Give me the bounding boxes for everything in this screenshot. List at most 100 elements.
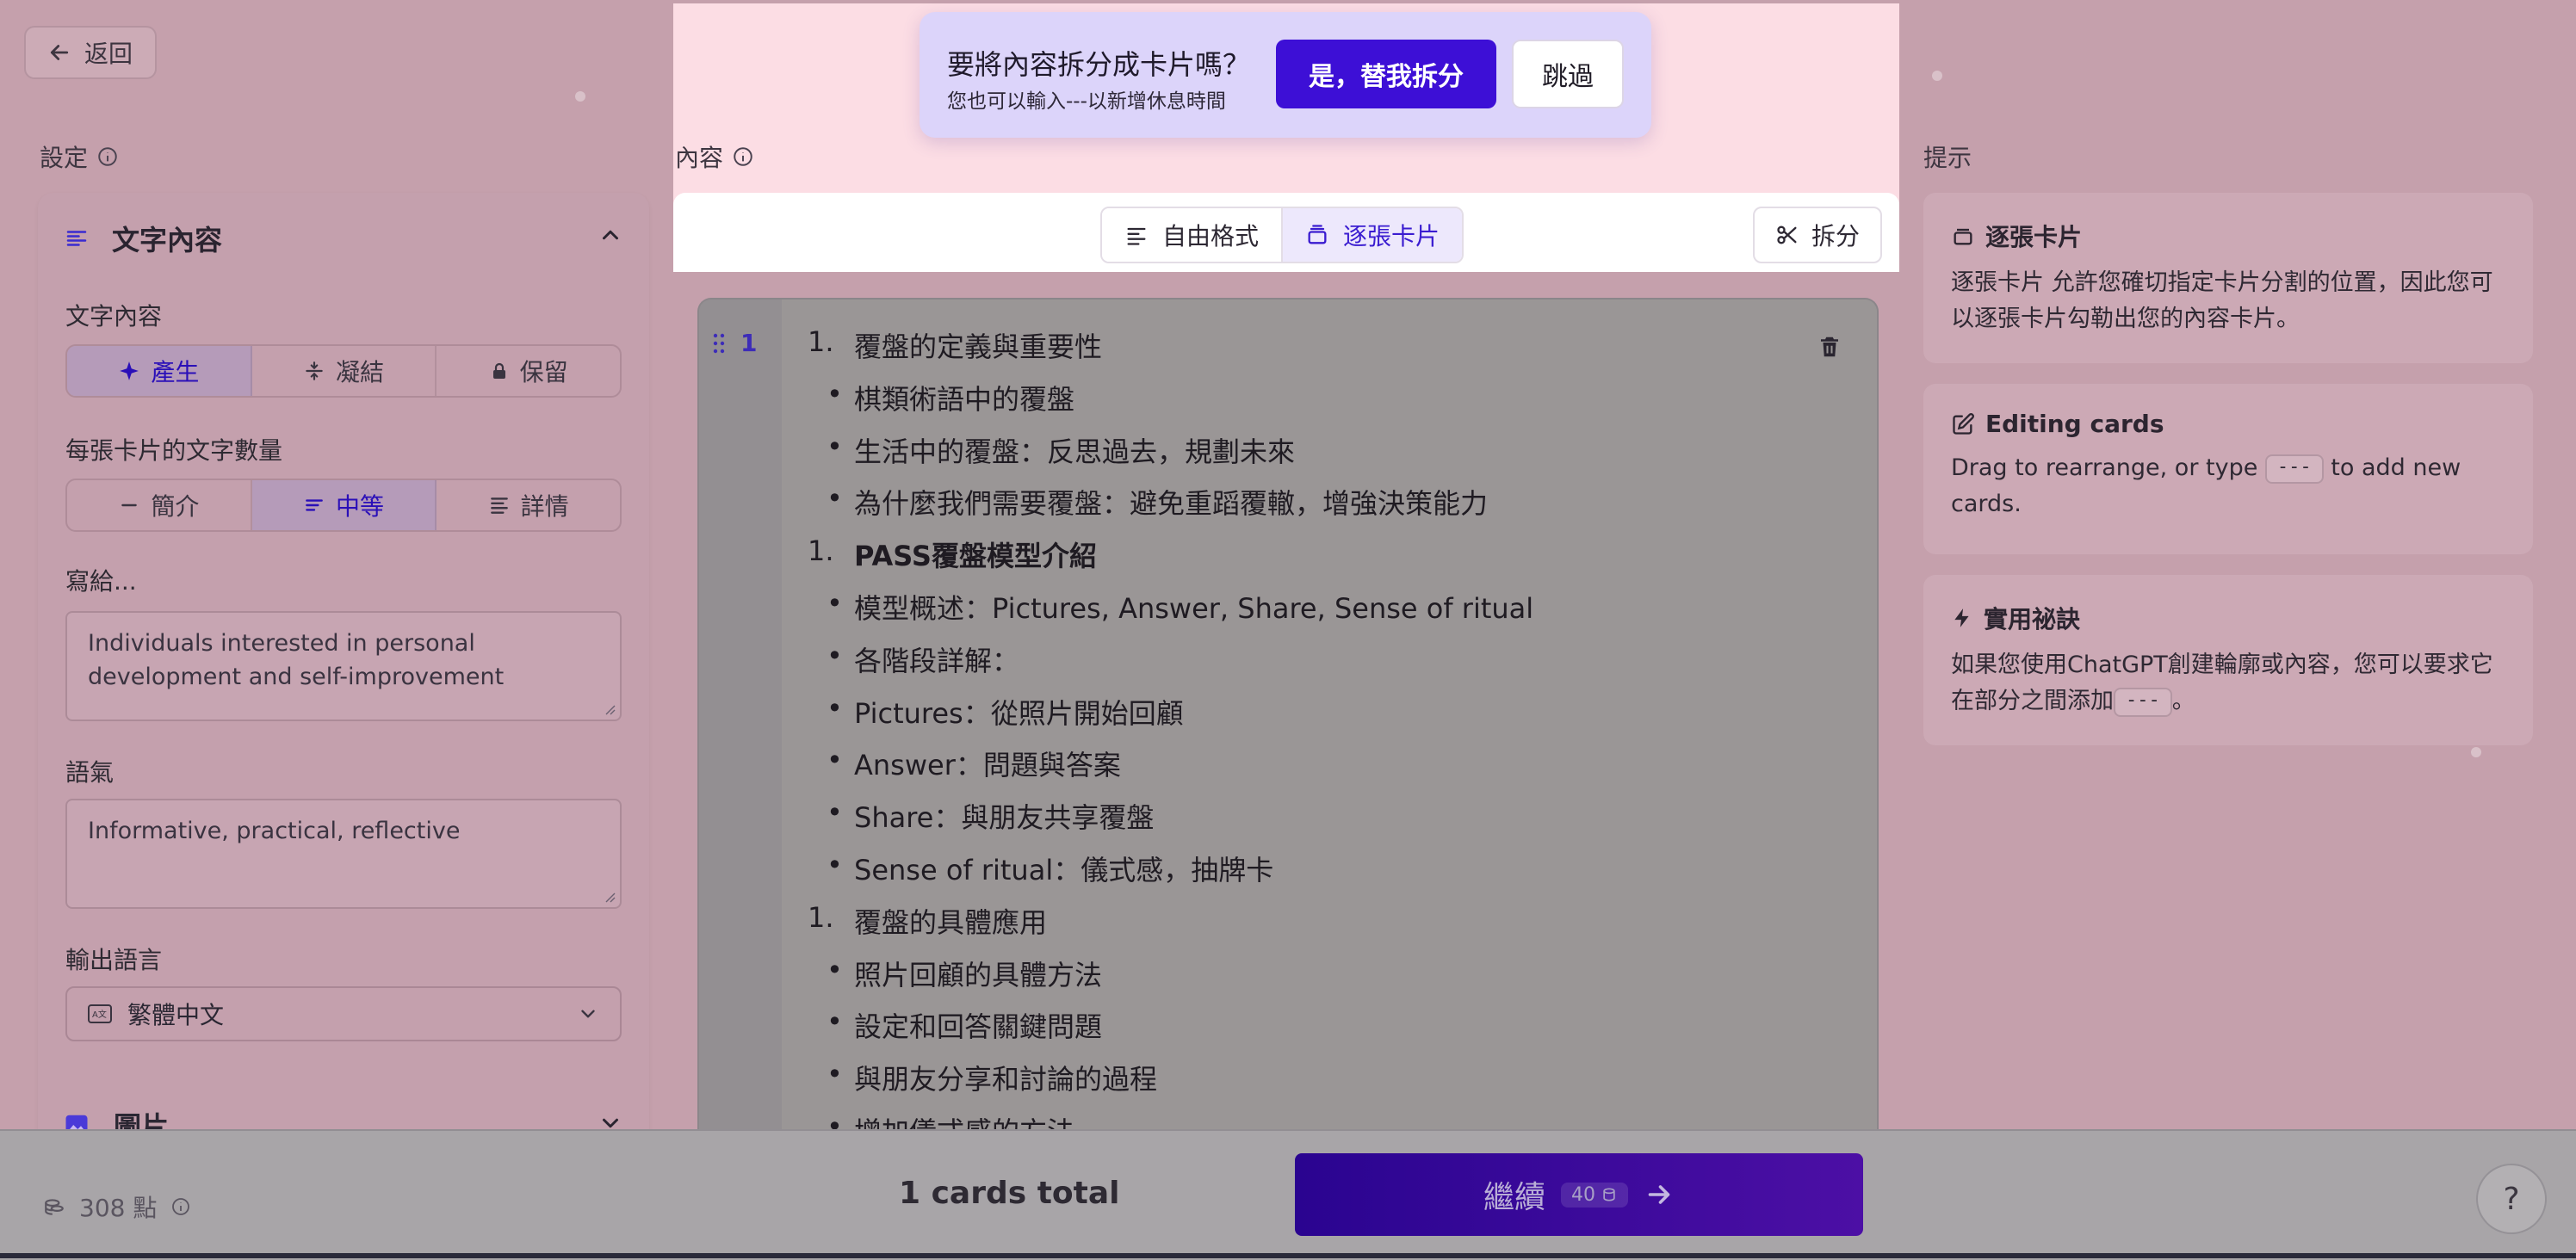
editor-line: • 模型概述：Pictures, Answer, Share, Sense of …	[808, 587, 1533, 627]
editor-line-text: Pictures：從照片開始回顧	[854, 696, 1184, 730]
kbd-separator: ---	[2264, 454, 2324, 484]
sparkle-dot	[1932, 71, 1942, 81]
svg-text:A文: A文	[92, 1009, 107, 1020]
cards-total: 1 cards total	[899, 1176, 1120, 1211]
freeform-mode-button[interactable]: 自由格式	[1102, 208, 1282, 262]
tip-body: 如果您使用ChatGPT創建輪廓或內容，您可以要求它在部分之間添加 ---。	[1951, 647, 2505, 720]
back-button[interactable]: 返回	[24, 26, 157, 79]
resize-grip-icon[interactable]	[603, 890, 616, 904]
split-label: 拆分	[1811, 222, 1860, 250]
credit-cost-badge: 40	[1561, 1182, 1628, 1208]
info-icon[interactable]	[96, 145, 119, 168]
footer-bar: 308 點 1 cards total 繼續 40 ?	[0, 1129, 2576, 1260]
content-heading-text: 內容	[675, 144, 724, 172]
bullet-marker: •	[827, 429, 843, 463]
number-marker: 1.	[808, 325, 834, 358]
content-card-editor[interactable]: 1 1. 覆盤的定義與重要性 • 棋類術語中的覆盤 • 生活中的覆盤：反思過去，規劃未來 •…	[697, 298, 1879, 1162]
tip-title: 逐張卡片	[1951, 219, 2505, 253]
text-mode-label: 凝結	[336, 358, 385, 386]
editor-line: • 設定和回答關鍵問題	[808, 1005, 1102, 1045]
amount-option-label: 詳情	[520, 492, 569, 521]
text-content-label: 文字內容	[65, 302, 163, 330]
editor-line-text: 與朋友分享和討論的過程	[854, 1063, 1158, 1096]
editor-line: • Share：與朋友共享覆盤	[808, 796, 1154, 836]
split-prompt-title: 要將內容拆分成卡片嗎？	[947, 48, 1251, 81]
amount-option-label: 中等	[336, 492, 385, 521]
language-icon: A文	[88, 1004, 112, 1023]
chevron-down-icon	[581, 1010, 595, 1018]
tip-body-text: Drag to rearrange, or type	[1951, 454, 2265, 481]
editor-line-text: 棋類術語中的覆盤	[854, 382, 1075, 416]
language-value: 繁體中文	[127, 1001, 225, 1029]
editor-line: • Sense of ritual：儀式感，抽牌卡	[808, 849, 1273, 888]
audience-textarea[interactable]: Individuals interested in personal devel…	[65, 611, 622, 721]
editor-line: • 照片回顧的具體方法	[808, 954, 1102, 993]
minus-icon	[121, 503, 138, 507]
sparkle-dot	[575, 91, 585, 102]
bolt-icon	[1954, 608, 1969, 627]
editor-toolbar: 自由格式 逐張卡片 拆分	[673, 193, 1899, 272]
drag-handle-icon[interactable]	[711, 331, 727, 355]
language-label: 輸出語言	[65, 946, 163, 974]
editor-line-text: 為什麼我們需要覆盤：避免重蹈覆轍，增強決策能力	[854, 487, 1489, 521]
card-by-card-label: 逐張卡片	[1343, 222, 1440, 250]
editor-line-text: 覆盤的具體應用	[854, 905, 1048, 939]
amount-medium[interactable]: 中等	[251, 480, 437, 530]
info-icon[interactable]	[170, 1196, 191, 1217]
split-skip-button[interactable]: 跳過	[1512, 40, 1624, 108]
number-marker: 1.	[808, 534, 834, 568]
chevron-up-icon[interactable]	[598, 222, 623, 248]
bullet-marker: •	[827, 744, 843, 777]
settings-heading-text: 設定	[40, 144, 89, 172]
continue-button[interactable]: 繼續 40	[1295, 1153, 1863, 1236]
info-icon[interactable]	[732, 145, 754, 168]
tip-title: Editing cards	[1951, 410, 2505, 438]
amount-brief[interactable]: 簡介	[67, 480, 252, 530]
editor-line: • 棋類術語中的覆盤	[808, 378, 1074, 417]
text-mode-condense[interactable]: 凝結	[252, 346, 437, 396]
back-label: 返回	[84, 40, 133, 68]
points-display[interactable]: 308 點	[43, 1189, 191, 1224]
text-mode-label: 保留	[519, 358, 568, 386]
editor-line: 1. PASS覆盤模型介紹	[808, 534, 1097, 574]
card-gutter: 1	[699, 300, 782, 1160]
settings-panel: 文字內容 文字內容 產生 凝結 保留 每張卡片的文字數量 簡介 中等 詳情 寫給…	[38, 193, 649, 1157]
trash-icon[interactable]	[1817, 334, 1842, 360]
tip-title: 實用祕訣	[1951, 601, 2505, 635]
editor-line: • 為什麼我們需要覆盤：避免重蹈覆轍，增強決策能力	[808, 482, 1488, 522]
card-by-card-mode-button[interactable]: 逐張卡片	[1281, 208, 1463, 262]
split-yes-button[interactable]: 是，替我拆分	[1276, 40, 1496, 108]
text-mode-generate[interactable]: 產生	[67, 346, 252, 396]
points-text: 308 點	[79, 1194, 158, 1222]
editor-line: • 與朋友分享和討論的過程	[808, 1058, 1157, 1097]
resize-grip-icon[interactable]	[603, 702, 616, 716]
amount-detailed[interactable]: 詳情	[437, 480, 620, 530]
card-text-area[interactable]: 1. 覆盤的定義與重要性 • 棋類術語中的覆盤 • 生活中的覆盤：反思過去，規劃未來 • 為什…	[782, 300, 1877, 1160]
cards-icon	[1308, 225, 1327, 244]
tone-textarea[interactable]: Informative, practical, reflective	[65, 799, 622, 909]
bullet-marker: •	[827, 587, 843, 620]
split-prompt-subtitle: 您也可以輸入---以新增休息時間	[947, 90, 1226, 113]
lock-icon	[492, 362, 505, 379]
help-button[interactable]: ?	[2476, 1164, 2547, 1234]
language-select[interactable]: A文 繁體中文	[65, 986, 622, 1041]
editor-line: • Answer：問題與答案	[808, 744, 1121, 783]
view-mode-toggle: 自由格式 逐張卡片	[1100, 207, 1464, 263]
credits-icon	[1603, 1188, 1615, 1201]
split-button[interactable]: 拆分	[1752, 207, 1882, 263]
tip-card-by-card: 逐張卡片 逐張卡片 允許您確切指定卡片分割的位置，因此您可以逐張卡片勾勒出您的內…	[1923, 193, 2533, 363]
editor-line-text: 覆盤的定義與重要性	[854, 330, 1103, 363]
tip-body: Drag to rearrange, or type --- to add ne…	[1951, 450, 2505, 522]
editor-line: 1. 覆盤的定義與重要性	[808, 325, 1102, 365]
bullet-marker: •	[827, 953, 843, 986]
text-content-section-header[interactable]: 文字內容	[64, 219, 222, 258]
editor-line: • 各階段詳解：	[808, 639, 1019, 679]
split-prompt-popup: 要將內容拆分成卡片嗎？ 您也可以輸入---以新增休息時間 是，替我拆分 跳過	[920, 12, 1651, 138]
arrow-right-icon	[1648, 1185, 1670, 1204]
text-mode-preserve[interactable]: 保留	[437, 346, 620, 396]
freeform-label: 自由格式	[1162, 222, 1260, 250]
editor-line-text: 設定和回答關鍵問題	[854, 1010, 1103, 1044]
editor-line: • Pictures：從照片開始回顧	[808, 692, 1184, 732]
arrow-left-icon	[50, 45, 69, 60]
tip-title-text: Editing cards	[1985, 410, 2164, 438]
